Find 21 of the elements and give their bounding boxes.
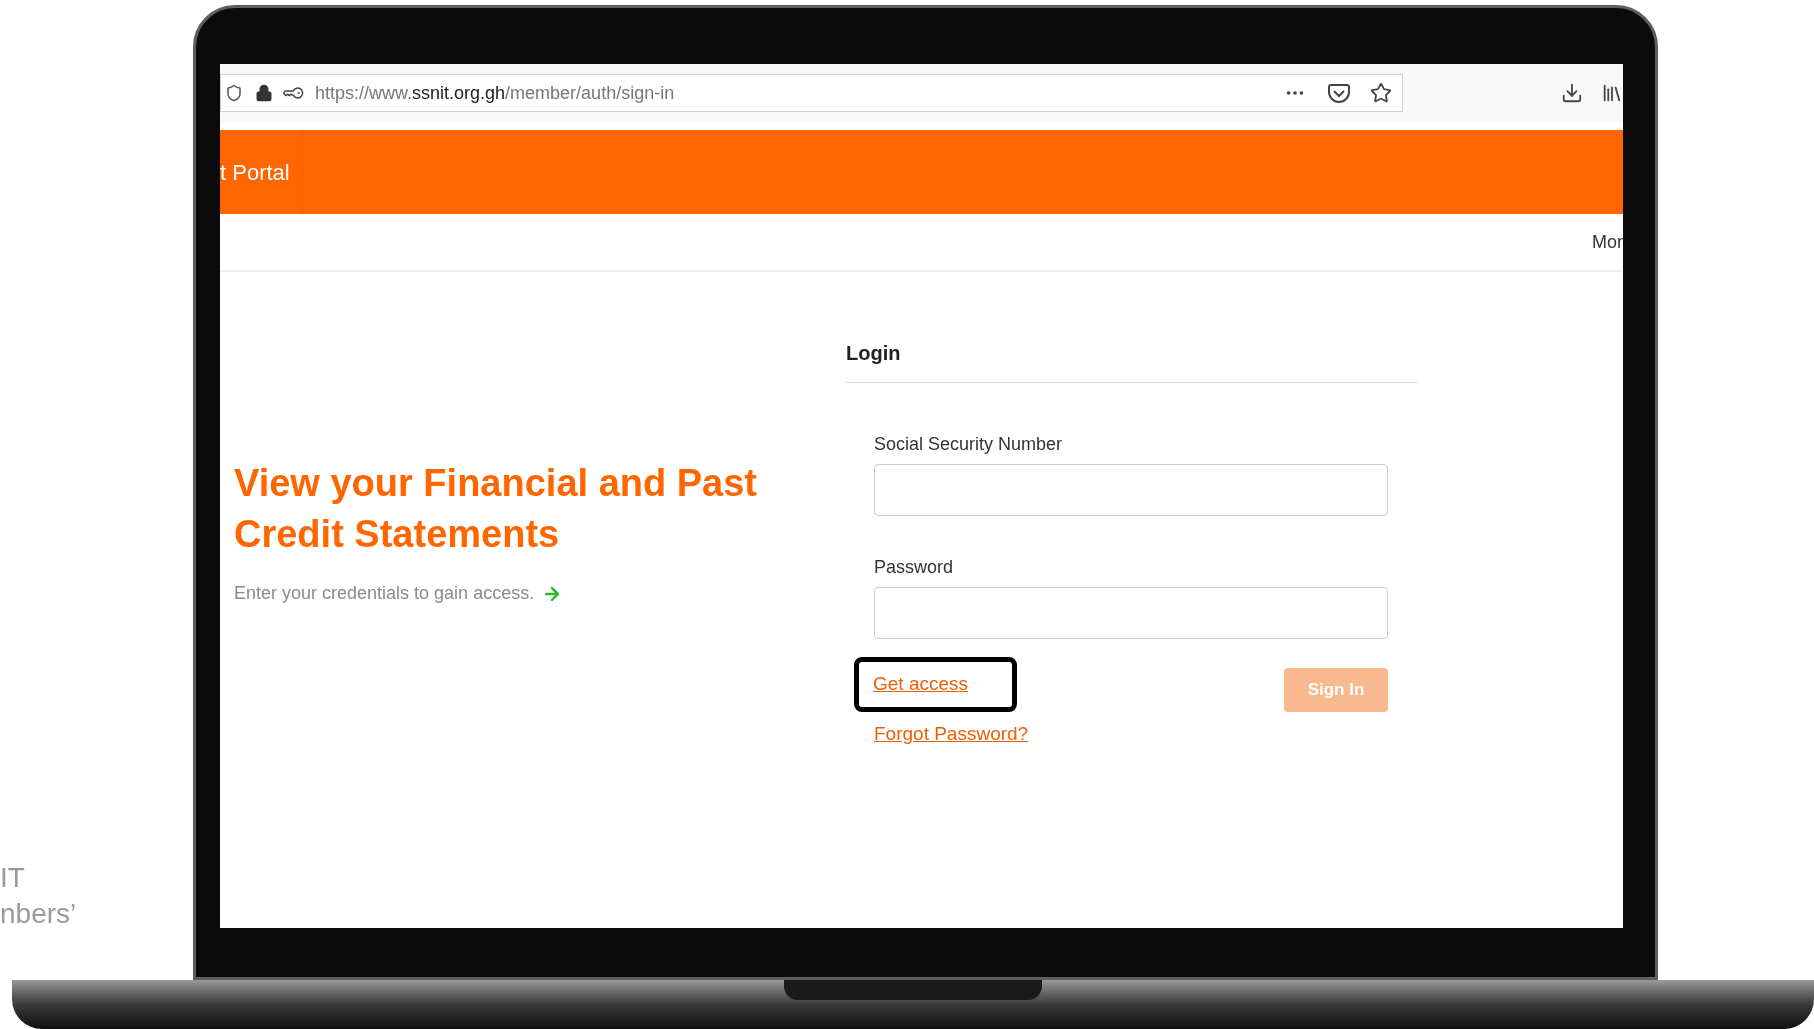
shield-icon[interactable] xyxy=(225,84,243,102)
url-text: https://www.ssnit.org.gh/member/auth/sign-in xyxy=(315,81,675,105)
promo-heading: View your Financial and Past Credit Statements xyxy=(234,461,759,557)
login-title: Login xyxy=(846,338,1417,383)
portal-title: t Portal xyxy=(220,130,303,214)
get-access-link[interactable]: Get access xyxy=(873,673,999,694)
caption-text: nbers’ xyxy=(0,897,77,931)
library-icon[interactable] xyxy=(1601,82,1623,104)
promo-subtext: Enter your credentials to gain access. xyxy=(234,582,535,605)
input-field[interactable] xyxy=(874,464,1388,516)
input-field[interactable] xyxy=(874,587,1388,639)
caption-text: IT xyxy=(0,861,26,895)
pocket-icon[interactable] xyxy=(1328,83,1351,103)
forgot-password-link[interactable]: Forgot Password? xyxy=(874,720,1029,749)
download-icon[interactable] xyxy=(1561,82,1584,104)
field-label: Social Security Number xyxy=(874,433,1064,456)
address-bar[interactable]: https://www.ssnit.org.gh/member/auth/sign-in xyxy=(220,74,1404,112)
lock-icon[interactable] xyxy=(255,84,273,102)
star-icon[interactable] xyxy=(1370,82,1393,104)
field-label: Password xyxy=(874,556,955,579)
nav-link[interactable]: Mor xyxy=(1592,228,1623,256)
